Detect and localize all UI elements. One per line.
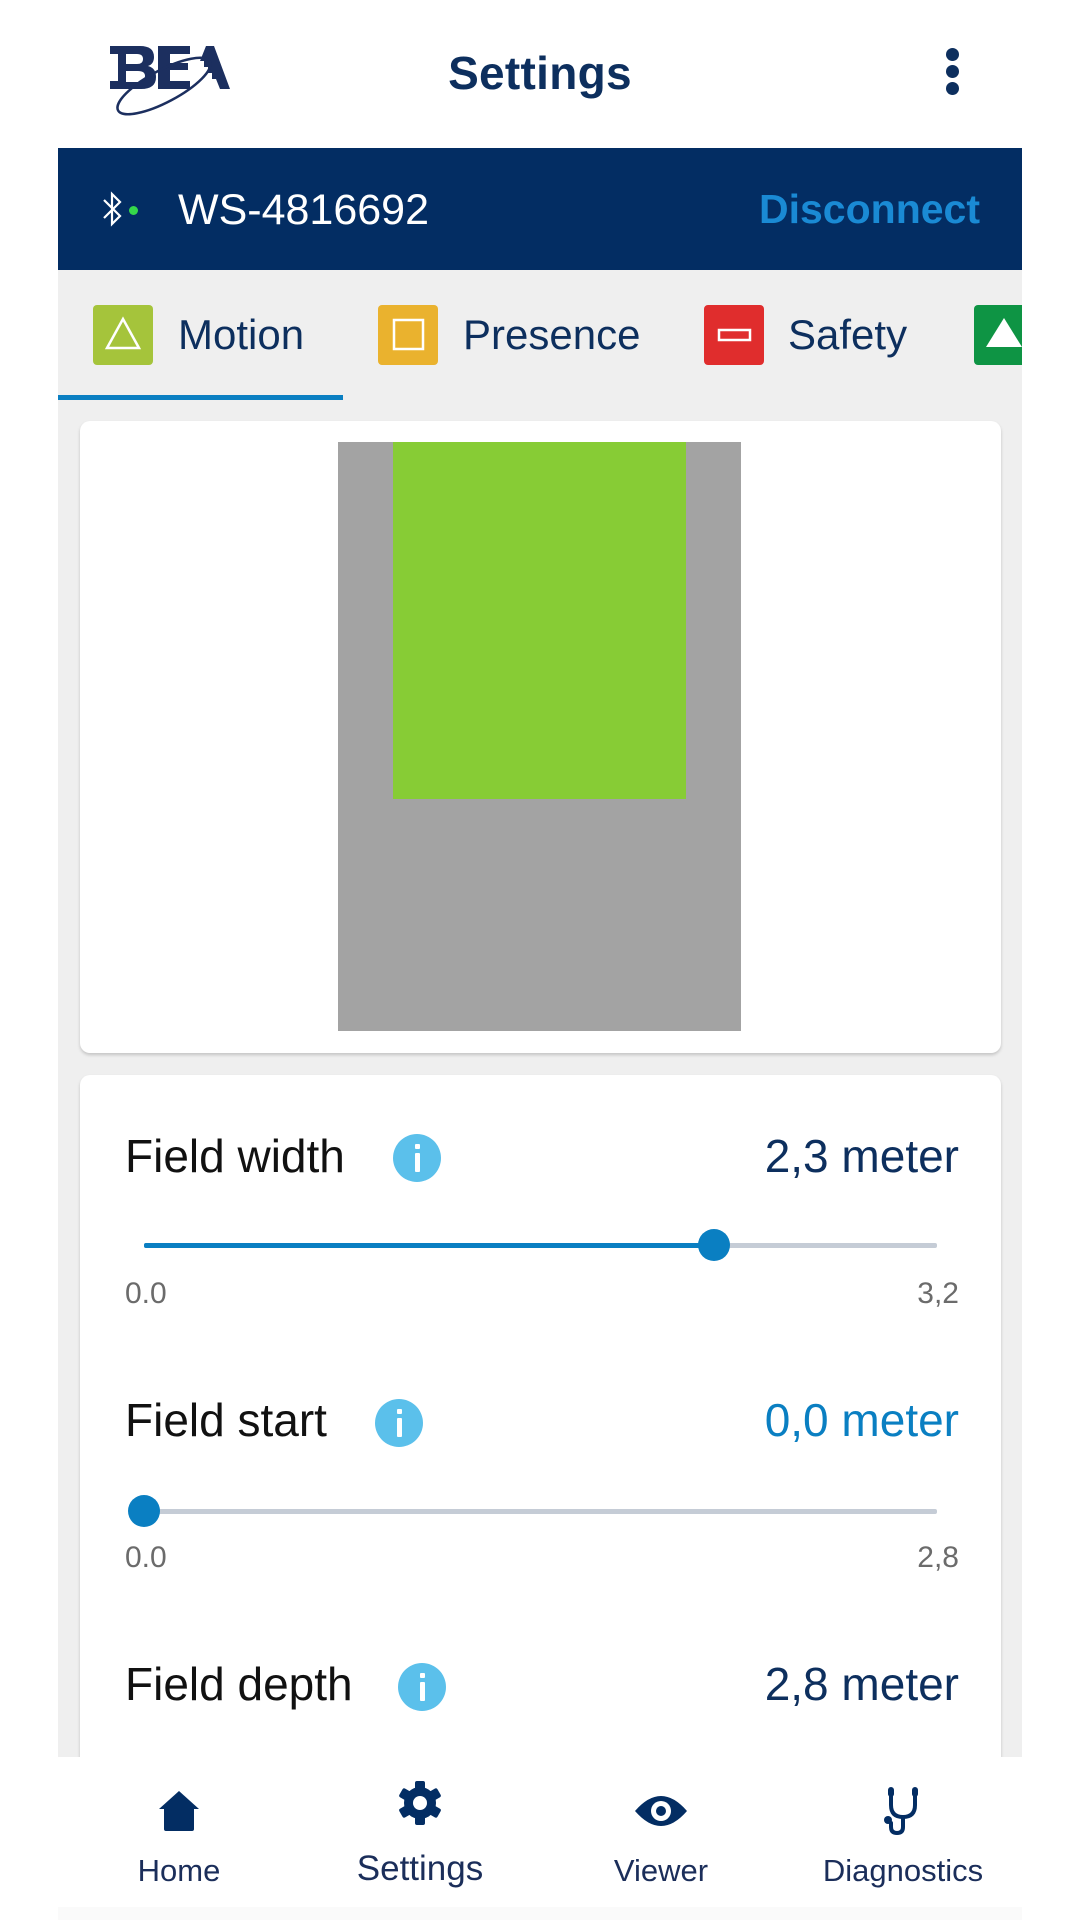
setting-label: Field depth <box>125 1658 353 1710</box>
nav-diagnostics[interactable]: Diagnostics <box>783 1757 1023 1907</box>
stethoscope-icon <box>877 1785 929 1837</box>
setting-label: Field width <box>125 1130 345 1182</box>
nav-label: Viewer <box>613 1853 709 1888</box>
slider-track <box>144 1509 937 1514</box>
app-header: Settings <box>0 0 1080 148</box>
main-content: WS-4816692 Disconnect Motion Presence Sa… <box>58 148 1022 1757</box>
slider-thumb[interactable] <box>697 1229 730 1261</box>
tab-motion[interactable]: Motion <box>93 270 338 402</box>
rectangle-outline-icon <box>704 305 764 365</box>
detection-zone <box>393 442 686 799</box>
field-start-slider[interactable] <box>128 1491 937 1531</box>
field-preview-card <box>80 421 1001 1053</box>
slider-max-label: 3,2 <box>917 1277 959 1310</box>
setting-value: 2,8 meter <box>764 1658 959 1710</box>
nav-label: Home <box>137 1853 221 1888</box>
setting-value: 0,0 meter <box>764 1394 959 1446</box>
bluetooth-icon <box>102 190 124 228</box>
slider-fill <box>144 1243 714 1248</box>
info-icon[interactable] <box>375 1399 423 1447</box>
field-width-slider[interactable] <box>144 1225 937 1265</box>
triangle-filled-icon <box>974 305 1022 365</box>
more-vert-icon <box>945 48 959 61</box>
field-area <box>338 442 741 1031</box>
home-icon <box>153 1785 205 1837</box>
eye-icon <box>635 1785 687 1837</box>
square-outline-icon <box>378 305 438 365</box>
setting-label: Field start <box>125 1394 327 1446</box>
disconnect-button[interactable]: Disconnect <box>759 186 980 233</box>
info-icon[interactable] <box>398 1663 446 1711</box>
tab-label: Presence <box>463 311 641 358</box>
connection-status-dot <box>129 206 138 215</box>
nav-home[interactable]: Home <box>59 1757 299 1907</box>
slider-min-label: 0.0 <box>125 1541 167 1574</box>
tab-more[interactable] <box>974 270 1022 402</box>
nav-settings[interactable]: Settings <box>300 1757 540 1907</box>
more-options-button[interactable] <box>940 48 964 100</box>
tab-label: Safety <box>788 311 908 358</box>
info-icon[interactable] <box>393 1134 441 1182</box>
bottom-navigation: Home Settings Viewer Diagnostics <box>0 1757 1080 1920</box>
tab-safety[interactable]: Safety <box>704 270 964 402</box>
device-connection-bar: WS-4816692 Disconnect <box>58 148 1022 270</box>
tab-presence[interactable]: Presence <box>378 270 678 402</box>
slider-max-label: 2,8 <box>917 1541 959 1574</box>
detection-tabs: Motion Presence Safety <box>58 270 1022 402</box>
nav-label: Diagnostics <box>822 1853 984 1888</box>
slider-thumb[interactable] <box>128 1495 160 1527</box>
nav-viewer[interactable]: Viewer <box>541 1757 781 1907</box>
setting-value: 2,3 meter <box>764 1130 959 1182</box>
page-title: Settings <box>448 47 632 99</box>
gear-icon <box>394 1777 446 1829</box>
slider-min-label: 0.0 <box>125 1277 167 1310</box>
device-name: WS-4816692 <box>178 186 429 234</box>
nav-label: Settings <box>356 1849 484 1888</box>
tab-label: Motion <box>178 311 305 358</box>
active-tab-indicator <box>58 395 343 400</box>
settings-card: Field width 2,3 meter 0.0 3,2 Field star… <box>80 1075 1001 1757</box>
triangle-outline-icon <box>93 305 153 365</box>
